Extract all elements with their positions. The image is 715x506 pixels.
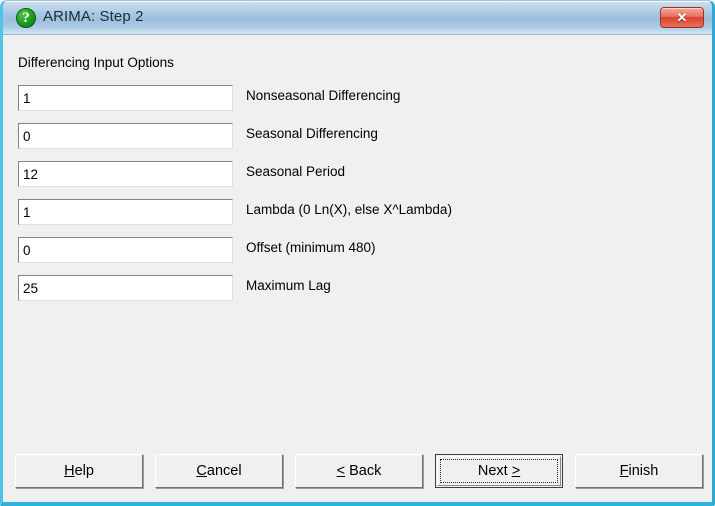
- offset-input[interactable]: [18, 237, 233, 263]
- offset-label: Offset (minimum 480): [246, 240, 376, 255]
- dialog-window: ? ARIMA: Step 2 ✕ Differencing Input Opt…: [0, 0, 715, 506]
- back-button[interactable]: < Back: [295, 454, 423, 488]
- maximum-lag-input[interactable]: [18, 275, 233, 301]
- form-row-seasonal-period: Seasonal Period: [3, 161, 712, 199]
- dialog-button-bar: Help Cancel < Back Next > Finish: [3, 450, 712, 492]
- cancel-accel: C: [196, 463, 207, 479]
- icon-glyph: ?: [22, 10, 30, 26]
- finish-accel: F: [619, 463, 629, 479]
- title-bar[interactable]: ? ARIMA: Step 2 ✕: [3, 1, 712, 35]
- next-prefix: Next: [477, 463, 512, 479]
- finish-button-label: Finish: [620, 455, 659, 487]
- window-title: ARIMA: Step 2: [43, 8, 144, 25]
- seasonal-period-label: Seasonal Period: [246, 164, 346, 179]
- form-row-offset: Offset (minimum 480): [3, 237, 712, 275]
- back-suffix: Back: [345, 463, 382, 479]
- differencing-options-form: Nonseasonal Differencing Seasonal Differ…: [3, 85, 712, 313]
- cancel-suffix: ancel: [206, 463, 242, 479]
- nonseasonal-differencing-label: Nonseasonal Differencing: [246, 88, 401, 103]
- question-mark-green-icon: ?: [16, 8, 36, 28]
- cancel-button[interactable]: Cancel: [155, 454, 283, 488]
- finish-suffix: inish: [628, 463, 659, 479]
- group-heading: Differencing Input Options: [18, 55, 174, 70]
- form-row-nonseasonal-differencing: Nonseasonal Differencing: [3, 85, 712, 123]
- back-button-label: < Back: [337, 455, 382, 487]
- next-accel: >: [511, 463, 521, 479]
- form-row-maximum-lag: Maximum Lag: [3, 275, 712, 313]
- form-row-seasonal-differencing: Seasonal Differencing: [3, 123, 712, 161]
- close-icon: ✕: [676, 10, 688, 25]
- close-button[interactable]: ✕: [660, 7, 704, 28]
- form-row-lambda: Lambda (0 Ln(X), else X^Lambda): [3, 199, 712, 237]
- help-button-label: Help: [64, 455, 94, 487]
- seasonal-period-input[interactable]: [18, 161, 233, 187]
- cancel-button-label: Cancel: [196, 455, 241, 487]
- nonseasonal-differencing-input[interactable]: [18, 85, 233, 111]
- next-button-label: Next >: [478, 455, 520, 487]
- lambda-input[interactable]: [18, 199, 233, 225]
- lambda-label: Lambda (0 Ln(X), else X^Lambda): [246, 202, 452, 217]
- finish-button[interactable]: Finish: [575, 454, 703, 488]
- seasonal-differencing-input[interactable]: [18, 123, 233, 149]
- help-accel: H: [64, 463, 75, 479]
- maximum-lag-label: Maximum Lag: [246, 278, 331, 293]
- next-button[interactable]: Next >: [435, 454, 563, 488]
- help-button[interactable]: Help: [15, 454, 143, 488]
- back-accel: <: [336, 463, 346, 479]
- seasonal-differencing-label: Seasonal Differencing: [246, 126, 378, 141]
- dialog-client-area: Differencing Input Options Nonseasonal D…: [3, 35, 712, 502]
- help-suffix: elp: [74, 463, 94, 479]
